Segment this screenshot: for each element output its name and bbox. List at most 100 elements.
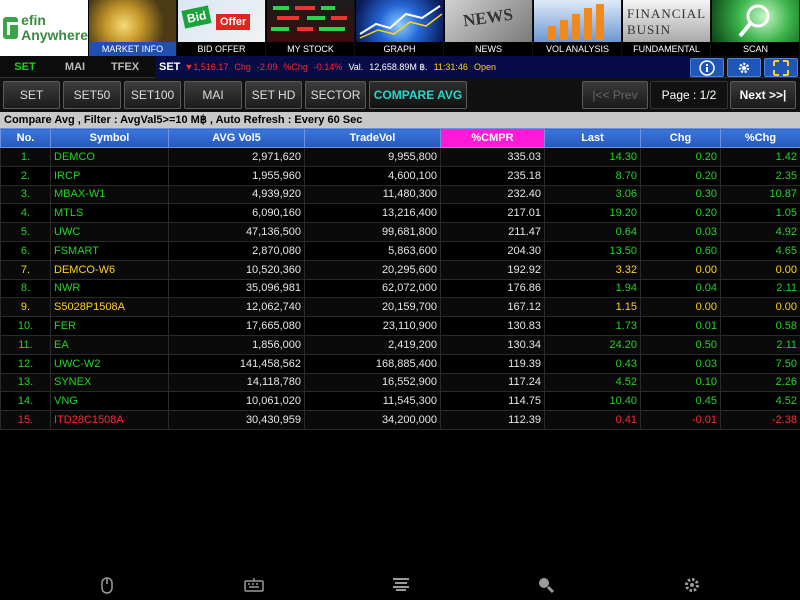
- row-cmpr: 335.03: [440, 147, 545, 167]
- row-cmpr: 112.39: [440, 410, 545, 430]
- row-pchg: 7.50: [720, 353, 800, 374]
- table-row[interactable]: 11. EA 1,856,000 2,419,200 130.34 24.20 0.50 2.…: [0, 334, 800, 355]
- prev-page-button[interactable]: |<< Prev: [582, 81, 648, 109]
- row-chg: 0.50: [640, 334, 721, 355]
- tab-compare-avg[interactable]: COMPARE AVG: [369, 81, 467, 109]
- row-chg: 0.00: [640, 259, 721, 280]
- market-bar: SET MAI TFEX SET ▼ 1,516.17 Chg -2.09 %C…: [0, 56, 800, 78]
- gear-icon[interactable]: [727, 58, 761, 77]
- nav-tile-my-stock[interactable]: MY STOCK: [267, 0, 355, 56]
- tab-set[interactable]: SET: [3, 81, 60, 109]
- financial-paper-icon: FINANCIAL BUSIN: [623, 0, 710, 42]
- index-val: 12,658.89M ฿.: [369, 61, 428, 72]
- market-tab-mai[interactable]: MAI: [50, 61, 100, 73]
- nav-tile-label: MY STOCK: [267, 42, 354, 56]
- nav-tile-scan[interactable]: SCAN: [712, 0, 800, 56]
- row-avg-vol5: 2,870,080: [168, 240, 305, 261]
- col-header-pchg[interactable]: %Chg: [720, 128, 800, 148]
- row-last: 13.50: [544, 240, 641, 261]
- nav-tile-vol-analysis[interactable]: VOL ANALYSIS: [534, 0, 622, 56]
- mouse-icon[interactable]: [97, 576, 117, 594]
- table-row[interactable]: 15. ITD28C1508A 30,430,959 34,200,000 112.39…: [0, 410, 800, 430]
- graph-graphic: [359, 5, 443, 39]
- table-row[interactable]: 10. FER 17,665,080 23,110,900 130.83 1.73 0.01…: [0, 316, 800, 336]
- col-header-cmpr[interactable]: %CMPR: [440, 128, 545, 148]
- settings-icon[interactable]: [682, 576, 702, 594]
- row-tradevol: 168,885,400: [304, 353, 441, 374]
- nav-tile-bid-offer[interactable]: Bid Offer BID OFFER: [178, 0, 266, 56]
- table-row[interactable]: 6. FSMART 2,870,080 5,863,600 204.30 13.50 0.6…: [0, 240, 800, 261]
- row-pchg: 2.26: [720, 372, 800, 393]
- page-indicator: Page : 1/2: [650, 81, 728, 109]
- nav-tile-news[interactable]: NEWS NEWS: [445, 0, 533, 56]
- col-header-symbol[interactable]: Symbol: [50, 128, 169, 148]
- index-ticker: SET ▼ 1,516.17 Chg -2.09 %Chg -0.14% Val…: [155, 56, 689, 78]
- market-tab-set[interactable]: SET: [0, 61, 50, 73]
- row-tradevol: 11,545,300: [304, 391, 441, 412]
- row-cmpr: 211.47: [440, 222, 545, 242]
- row-pchg: 0.00: [720, 259, 800, 280]
- row-number: 6.: [0, 240, 51, 261]
- logo-line1: efin: [21, 12, 46, 28]
- bar-chart-icon: [534, 0, 621, 42]
- news-headline: NEWS: [461, 4, 515, 31]
- bid-tag: Bid: [181, 5, 212, 29]
- row-avg-vol5: 1,856,000: [168, 334, 305, 355]
- row-avg-vol5: 47,136,500: [168, 222, 305, 242]
- market-tab-tfex[interactable]: TFEX: [100, 61, 150, 73]
- filter-description: Compare Avg , Filter : AvgVal5>=10 M฿ , …: [0, 112, 800, 128]
- table-row[interactable]: 7. DEMCO-W6 10,520,360 20,295,600 192.92 3.32…: [0, 259, 800, 280]
- row-avg-vol5: 4,939,920: [168, 184, 305, 205]
- table-row[interactable]: 5. UWC 47,136,500 99,681,800 211.47 0.64 0.03 4…: [0, 222, 800, 242]
- newspaper-icon: NEWS: [445, 0, 532, 42]
- col-header-avg-vol5[interactable]: AVG Vol5: [168, 128, 305, 148]
- nav-tile-graph[interactable]: GRAPH: [356, 0, 444, 56]
- col-header-last[interactable]: Last: [544, 128, 641, 148]
- search-icon[interactable]: [536, 576, 556, 594]
- menu-icon[interactable]: [391, 576, 411, 594]
- table-row[interactable]: 4. MTLS 6,090,160 13,216,400 217.01 19.20 0.20…: [0, 203, 800, 224]
- tab-set50[interactable]: SET50: [63, 81, 121, 109]
- col-header-chg[interactable]: Chg: [640, 128, 721, 148]
- down-arrow-icon: ▼: [184, 62, 194, 72]
- row-last: 0.41: [544, 410, 641, 430]
- table-body: 1. DEMCO 2,971,620 9,955,800 335.03 14.30 0.20…: [0, 147, 800, 430]
- row-number: 1.: [0, 147, 51, 167]
- row-symbol: SYNEX: [50, 372, 169, 393]
- row-avg-vol5: 2,971,620: [168, 147, 305, 167]
- tab-set100[interactable]: SET100: [124, 81, 181, 109]
- val-label: Val.: [348, 62, 364, 72]
- bid-offer-icon: Bid Offer: [178, 0, 265, 42]
- tab-mai[interactable]: MAI: [184, 81, 242, 109]
- nav-tile-market-info[interactable]: MARKET INFO: [89, 0, 177, 56]
- tab-set-hd[interactable]: SET HD: [245, 81, 302, 109]
- table-row[interactable]: 2. IRCP 1,955,960 4,600,100 235.18 8.70 0.20 2.…: [0, 165, 800, 186]
- col-header-tradevol[interactable]: TradeVol: [304, 128, 441, 148]
- top-navigation: efin Anywhere MARKET INFO Bid Offer BID …: [0, 0, 800, 56]
- scan-icon: [712, 0, 799, 42]
- table-row[interactable]: 3. MBAX-W1 4,939,920 11,480,300 232.40 3.06 0.…: [0, 184, 800, 205]
- next-page-button[interactable]: Next >>|: [730, 81, 796, 109]
- row-avg-vol5: 10,520,360: [168, 259, 305, 280]
- coins-icon: [89, 0, 176, 42]
- table-row[interactable]: 14. VNG 10,061,020 11,545,300 114.75 10.40 0.4…: [0, 391, 800, 412]
- index-name: SET: [159, 61, 181, 73]
- fullscreen-icon[interactable]: [764, 58, 798, 77]
- tab-sector[interactable]: SECTOR: [305, 81, 366, 109]
- col-header-no[interactable]: No.: [0, 128, 51, 148]
- offer-tag: Offer: [216, 14, 251, 30]
- table-row[interactable]: 8. NWR 35,096,981 62,072,000 176.86 1.94 0.04 2…: [0, 278, 800, 299]
- row-symbol: NWR: [50, 278, 169, 299]
- row-symbol: DEMCO-W6: [50, 259, 169, 280]
- table-row[interactable]: 13. SYNEX 14,118,780 16,552,900 117.24 4.52 0.…: [0, 372, 800, 393]
- nav-tile-fundamental[interactable]: FINANCIAL BUSIN FUNDAMENTAL: [623, 0, 711, 56]
- row-chg: 0.10: [640, 372, 721, 393]
- table-row[interactable]: 1. DEMCO 2,971,620 9,955,800 335.03 14.30 0.20…: [0, 147, 800, 167]
- table-row[interactable]: 9. S5028P1508A 12,062,740 20,159,700 167.12 1…: [0, 297, 800, 318]
- row-avg-vol5: 17,665,080: [168, 316, 305, 336]
- keyboard-icon[interactable]: [244, 576, 264, 594]
- table-row[interactable]: 12. UWC-W2 141,458,562 168,885,400 119.39 0.4…: [0, 353, 800, 374]
- row-number: 2.: [0, 165, 51, 186]
- nav-tile-label: MARKET INFO: [89, 42, 176, 56]
- info-icon[interactable]: [690, 58, 724, 77]
